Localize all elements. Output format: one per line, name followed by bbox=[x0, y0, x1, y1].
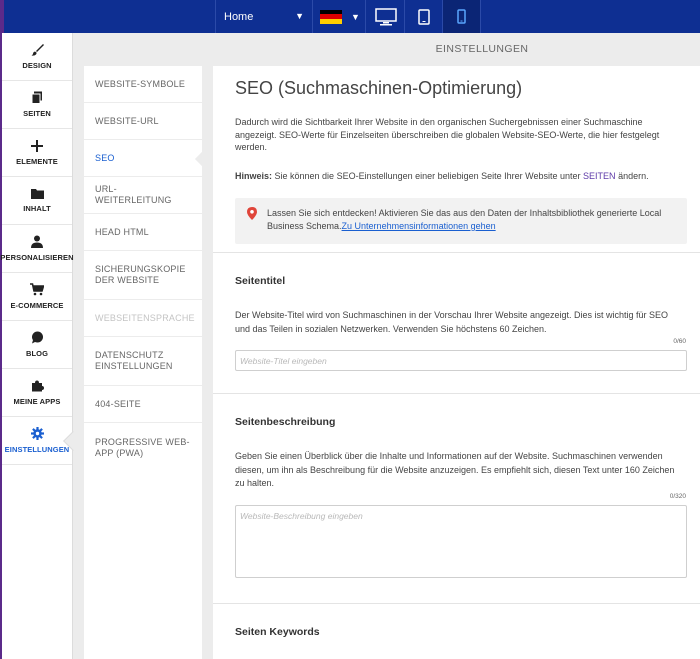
hint-label: Hinweis: bbox=[235, 171, 273, 181]
divider bbox=[213, 252, 700, 253]
person-icon bbox=[31, 235, 43, 248]
intro-text: Dadurch wird die Sichtbarkeit Ihrer Webs… bbox=[235, 117, 660, 152]
sidebar-item-e-commerce[interactable]: E-COMMERCE bbox=[2, 273, 72, 321]
seitenbeschreibung-description: Geben Sie einen Überblick über die Inhal… bbox=[235, 451, 675, 488]
desktop-view-button[interactable] bbox=[367, 0, 405, 33]
sidebar-item-label: PERSONALISIEREN bbox=[0, 253, 74, 262]
tablet-view-button[interactable] bbox=[405, 0, 443, 33]
sidebar-item-label: EINSTELLUNGEN bbox=[4, 445, 70, 454]
submenu-item-url-weiterleitung[interactable]: URL-WEITERLEITUNG bbox=[84, 177, 202, 214]
language-select[interactable]: ▼ bbox=[314, 0, 366, 33]
sidebar-item-label: MEINE APPS bbox=[13, 397, 61, 406]
sidebar-item-label: BLOG bbox=[25, 349, 49, 358]
top-left-edge bbox=[0, 0, 4, 33]
chevron-down-icon: ▼ bbox=[295, 11, 304, 21]
submenu-item-label: SEO bbox=[95, 152, 115, 163]
company-info-link[interactable]: Zu Unternehmensinformationen gehen bbox=[342, 221, 496, 231]
sidebar-item-inhalt[interactable]: INHALT bbox=[2, 177, 72, 225]
submenu-item-seo[interactable]: SEO bbox=[84, 140, 210, 177]
pages-icon bbox=[31, 91, 42, 104]
hint-end: ändern. bbox=[615, 171, 649, 181]
seitenbeschreibung-heading: Seitenbeschreibung bbox=[235, 416, 336, 428]
sidebar-item-personalisieren[interactable]: PERSONALISIEREN bbox=[0, 225, 74, 273]
folder-icon bbox=[30, 189, 44, 199]
active-indicator-notch bbox=[194, 151, 210, 167]
sidebar-item-blog[interactable]: BLOG bbox=[2, 321, 72, 369]
local-business-info-box: Lassen Sie sich entdecken! Aktivieren Si… bbox=[235, 198, 687, 244]
submenu-item-datenschutz[interactable]: DATENSCHUTZ EINSTELLUNGEN bbox=[84, 337, 202, 386]
section-title: SEO (Suchmaschinen-Optimierung) bbox=[235, 78, 523, 98]
sidebar-item-label: E-COMMERCE bbox=[10, 301, 64, 310]
submenu-item-website-url[interactable]: WEBSITE-URL bbox=[84, 103, 202, 140]
brush-icon bbox=[31, 44, 44, 56]
website-description-input[interactable] bbox=[235, 505, 687, 578]
sidebar-item-design[interactable]: DESIGN bbox=[2, 33, 72, 81]
sidebar-item-label: SEITEN bbox=[23, 109, 51, 118]
submenu-item-pwa[interactable]: PROGRESSIVE WEB-APP (PWA) bbox=[84, 423, 202, 472]
cart-icon bbox=[30, 283, 44, 296]
page-title: EINSTELLUNGEN bbox=[435, 43, 529, 55]
seiten-keywords-heading: Seiten Keywords bbox=[235, 626, 320, 638]
top-bar: Home ▼ ▼ bbox=[0, 0, 700, 33]
puzzle-icon bbox=[31, 380, 44, 392]
sidebar-item-label: DESIGN bbox=[22, 61, 52, 70]
sidebar-item-meine-apps[interactable]: MEINE APPS bbox=[2, 369, 72, 417]
desktop-icon bbox=[374, 7, 397, 25]
main-sidebar: DESIGN SEITEN ELEMENTE INHALT PERSONALIS… bbox=[0, 33, 83, 659]
sidebar-item-einstellungen[interactable]: EINSTELLUNGEN bbox=[2, 417, 83, 465]
submenu-item-webseitensprache: WEBSEITENSPRACHE bbox=[84, 300, 202, 337]
sidebar-item-label: INHALT bbox=[23, 204, 51, 213]
title-char-counter: 0/60 bbox=[673, 338, 686, 345]
seo-settings-panel: SEO (Suchmaschinen-Optimierung) Dadurch … bbox=[213, 66, 700, 659]
tablet-icon bbox=[417, 8, 430, 25]
chat-bubble-icon bbox=[31, 331, 43, 344]
gear-icon bbox=[30, 427, 44, 440]
chevron-down-icon: ▼ bbox=[351, 11, 360, 22]
submenu-item-website-symbole[interactable]: WEBSITE-SYMBOLE bbox=[84, 66, 202, 103]
map-pin-icon bbox=[247, 207, 257, 220]
website-title-input[interactable] bbox=[235, 350, 687, 371]
pages-link[interactable]: SEITEN bbox=[583, 171, 616, 181]
mobile-icon bbox=[457, 9, 466, 24]
seitentitel-heading: Seitentitel bbox=[235, 275, 286, 287]
divider bbox=[213, 393, 700, 394]
submenu-item-head-html[interactable]: HEAD HTML bbox=[84, 214, 202, 251]
mobile-view-button[interactable] bbox=[443, 0, 481, 33]
hint-body: Sie können die SEO-Einstellungen einer b… bbox=[272, 171, 584, 181]
sidebar-item-label: ELEMENTE bbox=[16, 156, 58, 166]
submenu-item-sicherungskopie[interactable]: SICHERUNGSKOPIE DER WEBSITE bbox=[84, 251, 202, 300]
hint-text: Hinweis: Sie können die SEO-Einstellunge… bbox=[235, 171, 685, 181]
seitentitel-description: Der Website-Titel wird von Suchmaschinen… bbox=[235, 310, 669, 334]
page-select[interactable]: Home ▼ bbox=[215, 0, 313, 33]
sidebar-item-seiten[interactable]: SEITEN bbox=[2, 81, 72, 129]
page-select-value: Home bbox=[224, 10, 254, 23]
german-flag-icon bbox=[320, 9, 342, 24]
submenu-item-404-seite[interactable]: 404-SEITE bbox=[84, 386, 202, 423]
description-char-counter: 0/320 bbox=[669, 493, 686, 500]
settings-submenu: WEBSITE-SYMBOLE WEBSITE-URL SEO URL-WEIT… bbox=[84, 66, 210, 659]
plus-icon bbox=[31, 139, 43, 152]
sidebar-item-elemente[interactable]: ELEMENTE bbox=[2, 129, 72, 177]
divider bbox=[213, 603, 700, 604]
